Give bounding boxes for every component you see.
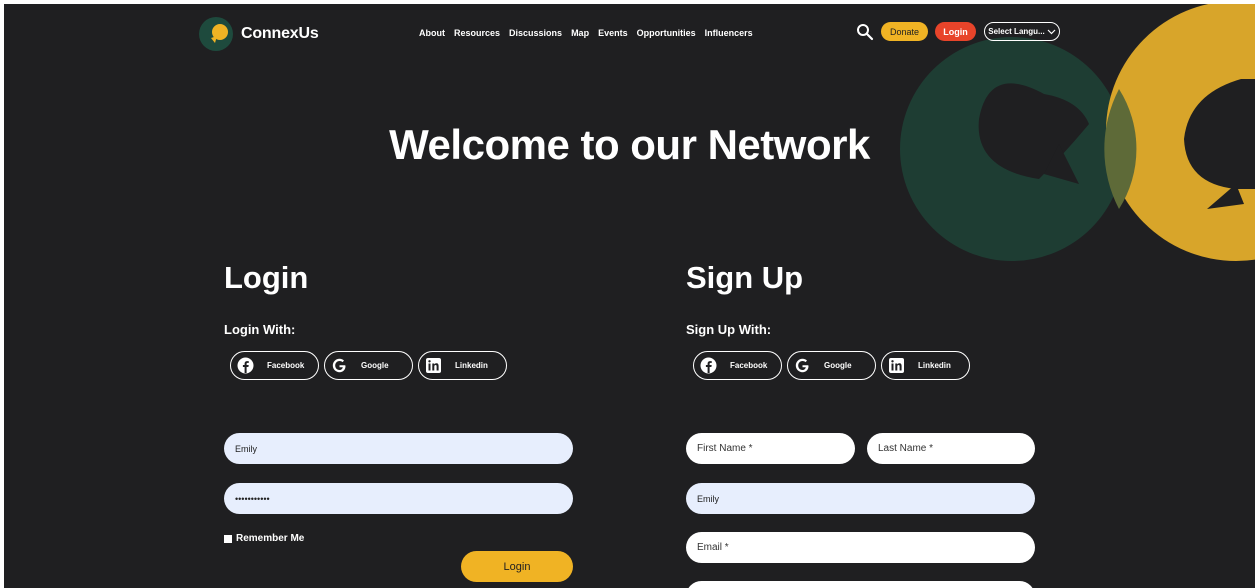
nav-map[interactable]: Map xyxy=(571,28,589,38)
login-submit-button[interactable]: Login xyxy=(461,551,573,582)
login-title: Login xyxy=(224,260,309,295)
google-icon xyxy=(331,357,348,374)
signup-next-field[interactable] xyxy=(686,581,1035,588)
chevron-down-icon xyxy=(1047,29,1056,34)
first-name-field[interactable]: First Name * xyxy=(686,433,855,464)
signup-google-label: Google xyxy=(824,361,852,370)
signup-facebook-label: Facebook xyxy=(730,361,768,370)
hero-title: Welcome to our Network xyxy=(389,121,870,168)
nav-opportunities[interactable]: Opportunities xyxy=(637,28,696,38)
nav-about[interactable]: About xyxy=(419,28,445,38)
signup-facebook-button[interactable]: Facebook xyxy=(693,351,782,380)
language-select[interactable]: Select Langu... xyxy=(984,22,1060,41)
google-icon xyxy=(794,357,811,374)
last-name-field[interactable]: Last Name * xyxy=(867,433,1035,464)
signup-username-field[interactable]: Emily xyxy=(686,483,1035,514)
nav-resources[interactable]: Resources xyxy=(454,28,500,38)
linkedin-icon xyxy=(425,357,442,374)
header-login-button[interactable]: Login xyxy=(935,22,976,41)
login-facebook-label: Facebook xyxy=(267,361,305,370)
email-field[interactable]: Email * xyxy=(686,532,1035,563)
nav-influencers[interactable]: Influencers xyxy=(705,28,753,38)
login-linkedin-button[interactable]: Linkedin xyxy=(418,351,507,380)
signup-google-button[interactable]: Google xyxy=(787,351,876,380)
facebook-icon xyxy=(237,357,254,374)
main-nav: About Resources Discussions Map Events O… xyxy=(419,28,753,38)
remember-me-checkbox[interactable] xyxy=(224,534,232,543)
donate-button[interactable]: Donate xyxy=(881,22,928,41)
nav-discussions[interactable]: Discussions xyxy=(509,28,562,38)
linkedin-icon xyxy=(888,357,905,374)
remember-me-label: Remember Me xyxy=(236,533,305,544)
brand-logo[interactable]: ConnexUs xyxy=(199,17,319,51)
brand-name: ConnexUs xyxy=(241,25,319,42)
login-social-buttons: Facebook Google Linkedin xyxy=(230,351,507,380)
login-linkedin-label: Linkedin xyxy=(455,361,488,370)
signup-linkedin-button[interactable]: Linkedin xyxy=(881,351,970,380)
signup-title: Sign Up xyxy=(686,260,804,295)
login-username-field[interactable]: Emily xyxy=(224,433,573,464)
login-password-field[interactable]: ••••••••••• xyxy=(224,483,573,514)
signup-with-label: Sign Up With: xyxy=(686,322,772,337)
facebook-icon xyxy=(700,357,717,374)
signup-social-buttons: Facebook Google Linkedin xyxy=(693,351,970,380)
connexus-logo xyxy=(199,17,233,51)
language-select-label: Select Langu... xyxy=(988,27,1045,36)
signup-linkedin-label: Linkedin xyxy=(918,361,951,370)
login-google-label: Google xyxy=(361,361,389,370)
login-google-button[interactable]: Google xyxy=(324,351,413,380)
remember-me: Remember Me xyxy=(224,533,304,544)
login-facebook-button[interactable]: Facebook xyxy=(230,351,319,380)
login-with-label: Login With: xyxy=(224,322,296,337)
nav-events[interactable]: Events xyxy=(598,28,628,38)
background-logo-graphic xyxy=(900,4,1255,261)
search-icon[interactable] xyxy=(856,23,874,41)
page: ConnexUs About Resources Discussions Map… xyxy=(4,4,1255,588)
